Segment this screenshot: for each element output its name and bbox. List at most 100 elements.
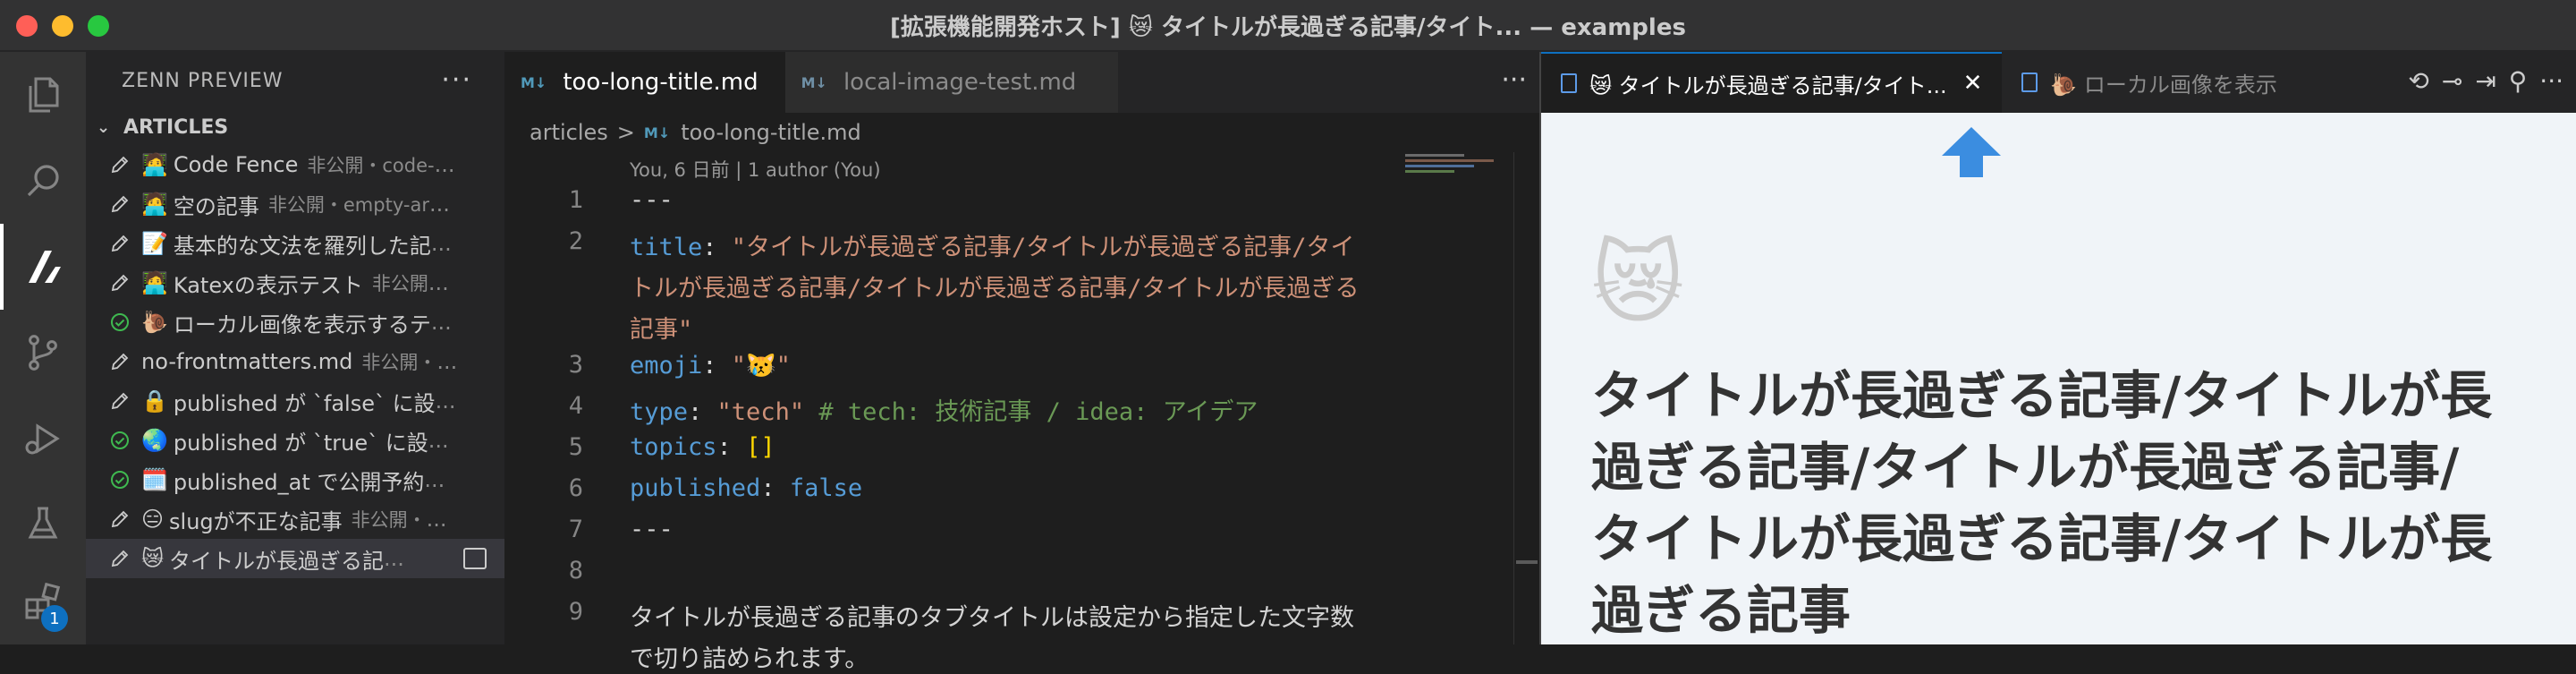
code-token: emoji [630, 352, 703, 380]
explorer-icon[interactable] [0, 52, 86, 138]
ellipsis: ... [426, 507, 447, 532]
article-name: 基本的な文法を羅列した記 [173, 233, 431, 259]
code-line[interactable]: 記事" [630, 310, 692, 345]
preview-actions: ⟲ ⊸ ⇥ ⚲ ··· [2408, 66, 2563, 96]
preview-tab-too-long-title[interactable]: 😿 タイトルが長過ぎる記事/タイト... ✕ [1541, 52, 2003, 113]
list-item[interactable]: 🧑‍💻 空の記事 非公開・empty-ar... [86, 184, 504, 224]
line-number: 2 [568, 227, 583, 255]
article-emoji: 📝 [141, 231, 168, 256]
markdown-icon: M↓ [801, 73, 827, 91]
article-name: published が `true` に設 [173, 430, 428, 456]
list-item[interactable]: 🧑‍💻 Katexの表示テスト 非公開... [86, 263, 504, 303]
list-item[interactable]: 😑 slugが不正な記事 非公開・... [86, 499, 504, 539]
markdown-icon: M↓ [521, 73, 547, 91]
article-name: published が `false` に設 [173, 390, 436, 416]
pencil-icon [109, 351, 141, 372]
code-line[interactable]: topics: [] [630, 433, 775, 461]
file-icon [2021, 73, 2038, 92]
editor-tabs: M↓ too-long-title.md M↓ local-image-test… [504, 52, 1539, 113]
code-token: で切り詰められます。 [630, 645, 869, 673]
minimap[interactable] [1405, 154, 1504, 190]
open-preview-button[interactable] [463, 548, 487, 569]
article-emoji: 😿 [1591, 231, 1685, 336]
pencil-icon [109, 233, 141, 254]
sidebar-more-button[interactable]: ··· [441, 64, 472, 96]
extensions-icon[interactable]: 1 [0, 559, 86, 644]
inspect-icon[interactable]: ⚲ [2509, 66, 2528, 96]
article-emoji: 🔒 [141, 388, 168, 414]
pencil-icon [109, 548, 141, 569]
code-token: title [630, 234, 703, 261]
line-number: 4 [568, 392, 583, 420]
go-to-source-icon[interactable]: ⊸ [2442, 66, 2462, 96]
minimize-window-button[interactable] [52, 15, 73, 37]
tab-label: too-long-title.md [563, 69, 758, 96]
close-icon[interactable]: ✕ [1963, 70, 1983, 97]
preview-panel: 😿 タイトルが長過ぎる記事/タイト... ✕ 🐌 ローカル画像を表示 ⟲ ⊸ ⇥… [1539, 52, 2576, 644]
editor-more-button[interactable]: ··· [1501, 64, 1527, 96]
ellipsis: ... [384, 546, 404, 571]
article-name: Katexの表示テスト [173, 272, 363, 298]
article-name: 空の記事 [173, 193, 259, 219]
refresh-icon[interactable]: ⟲ [2408, 66, 2428, 96]
list-item[interactable]: 🔒 published が `false` に設... [86, 381, 504, 421]
breadcrumb-file[interactable]: too-long-title.md [681, 120, 861, 145]
forward-icon[interactable]: ⇥ [2475, 66, 2496, 96]
article-emoji: 🗓️ [141, 467, 168, 492]
article-emoji: 🐌 [141, 310, 168, 335]
code-token: : [760, 474, 790, 502]
close-window-button[interactable] [16, 15, 38, 37]
list-item[interactable]: 📝 基本的な文法を羅列した記... [86, 224, 504, 263]
tab-local-image-test[interactable]: M↓ local-image-test.md [784, 52, 1118, 113]
maximize-window-button[interactable] [88, 15, 109, 37]
code-line[interactable]: タイトルが長過ぎる記事のタブタイトルは設定から指定した文字数 [630, 598, 1354, 633]
tab-too-long-title[interactable]: M↓ too-long-title.md [504, 52, 785, 113]
code-token: # tech: 技術記事 / idea: アイデア [804, 398, 1258, 426]
zenn-icon[interactable] [0, 224, 86, 310]
chevron-down-icon: ⌄ [97, 117, 111, 137]
code-line[interactable]: title: "タイトルが長過ぎる記事/タイトルが長過ぎる記事/タイ [630, 227, 1355, 262]
run-debug-icon[interactable] [0, 396, 86, 482]
line-number: 5 [568, 433, 583, 461]
list-item[interactable]: 🌏 published が `true` に設... [86, 421, 504, 460]
markdown-icon: M↓ [643, 124, 671, 141]
article-description: 非公開・code- [307, 155, 435, 176]
code-token: "tech" [716, 398, 805, 426]
title-bar: [拡張機能開発ホスト] 😿 タイトルが長過ぎる記事/タイト... — examp… [0, 0, 2576, 52]
list-item[interactable]: 🐌 ローカル画像を表示するテ... [86, 303, 504, 342]
code-token: 記事" [630, 316, 693, 344]
source-control-icon[interactable] [0, 310, 86, 396]
codelens-blame[interactable]: You, 6 日前 | 1 author (You) [630, 156, 881, 183]
testing-icon[interactable] [0, 482, 86, 567]
ellipsis: ... [435, 388, 456, 414]
extensions-badge: 1 [41, 605, 68, 632]
search-icon[interactable] [0, 138, 86, 224]
code-token: : [716, 433, 747, 461]
code-line[interactable]: --- [630, 186, 674, 214]
code-line[interactable]: type: "tech" # tech: 技術記事 / idea: アイデア [630, 392, 1258, 427]
list-item[interactable]: 🧑‍💻 Code Fence 非公開・code-... [86, 145, 504, 184]
code-line[interactable]: --- [630, 516, 674, 543]
code-token: : [688, 398, 717, 426]
code-token: タイトルが長過ぎる記事のタブタイトルは設定から指定した文字数 [630, 604, 1354, 632]
article-description: 非公開・empty-ar [267, 194, 429, 216]
pencil-icon [109, 193, 141, 215]
code-line[interactable]: トルが長過ぎる記事/タイトルが長過ぎる記事/タイトルが長過ぎる [630, 269, 1360, 303]
preview-tab-local-image[interactable]: 🐌 ローカル画像を表示 [2002, 52, 2297, 113]
ellipsis: ... [436, 349, 458, 374]
ellipsis: ... [428, 270, 449, 295]
pencil-icon [109, 154, 141, 175]
list-item[interactable]: 🗓️ published_at で公開予約... [86, 460, 504, 499]
preview-tab-label: 😿 タイトルが長過ぎる記事/タイト... [1589, 73, 1947, 98]
scroll-up-arrow-icon[interactable] [1940, 125, 2003, 179]
editor-scrollbar[interactable] [1513, 152, 1539, 644]
code-line[interactable]: published: false [630, 474, 862, 502]
preview-more-button[interactable]: ··· [2539, 66, 2563, 96]
line-number: 3 [568, 351, 583, 379]
code-token: published [630, 474, 761, 502]
section-articles[interactable]: ⌄ ARTICLES [86, 109, 504, 145]
list-item[interactable]: no-frontmatters.md 非公開・... [86, 342, 504, 381]
breadcrumb-folder[interactable]: articles [530, 120, 608, 145]
code-line[interactable]: emoji: "😿" [630, 351, 791, 380]
list-item[interactable]: 😿 タイトルが長過ぎる記... [86, 539, 504, 578]
